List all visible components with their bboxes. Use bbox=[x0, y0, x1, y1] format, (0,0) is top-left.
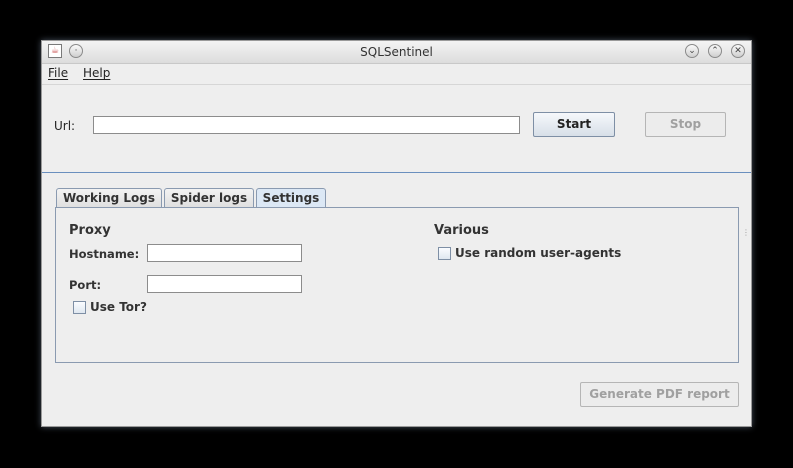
minimize-icon[interactable]: ⌄ bbox=[685, 44, 699, 58]
app-window: ☕ · SQLSentinel ⌄ ⌃ ✕ File Help Url: Sta… bbox=[41, 40, 752, 427]
proxy-title: Proxy bbox=[69, 223, 111, 238]
start-button[interactable]: Start bbox=[533, 112, 615, 137]
generate-pdf-button[interactable]: Generate PDF report bbox=[580, 382, 739, 407]
tab-working-logs[interactable]: Working Logs bbox=[56, 188, 162, 208]
separator-line bbox=[42, 172, 751, 173]
port-input[interactable] bbox=[147, 275, 302, 293]
title-bar[interactable]: ☕ · SQLSentinel ⌄ ⌃ ✕ bbox=[42, 41, 751, 64]
settings-panel: Proxy Hostname: Port: Use Tor? Various U… bbox=[55, 207, 739, 363]
url-label: Url: bbox=[54, 119, 76, 133]
hostname-label: Hostname: bbox=[69, 247, 140, 261]
hostname-input[interactable] bbox=[147, 244, 302, 262]
stop-button[interactable]: Stop bbox=[645, 112, 726, 137]
port-label: Port: bbox=[69, 278, 102, 292]
resize-grip-icon[interactable]: ⋮ bbox=[742, 228, 750, 237]
use-tor-label[interactable]: Use Tor? bbox=[90, 300, 147, 314]
tab-spider-logs[interactable]: Spider logs bbox=[164, 188, 254, 208]
various-title: Various bbox=[434, 223, 489, 238]
window-title: SQLSentinel bbox=[360, 45, 433, 59]
use-tor-checkbox[interactable] bbox=[73, 301, 86, 314]
maximize-icon[interactable]: ⌃ bbox=[708, 44, 722, 58]
random-user-agents-checkbox[interactable] bbox=[438, 247, 451, 260]
random-user-agents-label[interactable]: Use random user-agents bbox=[455, 246, 621, 260]
tab-settings[interactable]: Settings bbox=[256, 188, 326, 209]
menu-bar: File Help bbox=[42, 63, 751, 85]
url-input[interactable] bbox=[93, 116, 520, 134]
close-icon[interactable]: ✕ bbox=[731, 44, 745, 58]
menu-file[interactable]: File bbox=[48, 66, 68, 80]
menu-help[interactable]: Help bbox=[83, 66, 110, 80]
